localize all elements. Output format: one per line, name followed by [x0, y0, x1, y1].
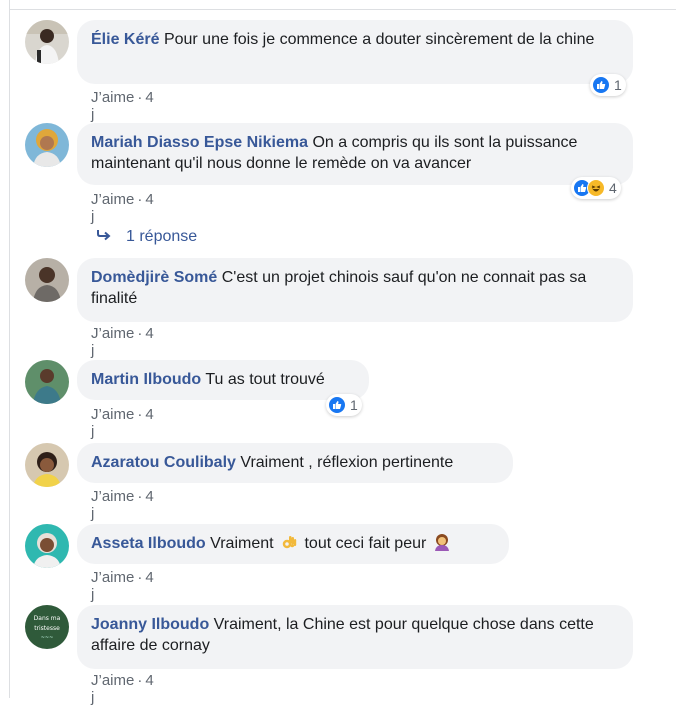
- reaction-summary[interactable]: 1: [326, 394, 362, 416]
- separator: ·: [137, 569, 143, 586]
- ok-hand-emoji-icon: [280, 533, 298, 557]
- view-replies-link[interactable]: 1 réponse: [96, 228, 197, 246]
- like-button[interactable]: J’aime: [91, 488, 134, 505]
- comment-text: Pour une fois je commence a douter sincè…: [163, 31, 595, 48]
- comment-bubble: Azaratou Coulibaly Vraiment , réflexion …: [77, 443, 513, 483]
- comment-author[interactable]: Azaratou Coulibaly: [91, 454, 236, 471]
- like-reaction-icon: [328, 396, 346, 414]
- reply-count-label: 1 réponse: [126, 228, 198, 245]
- separator: ·: [137, 406, 143, 423]
- top-divider: [9, 9, 676, 10]
- reaction-summary[interactable]: 1: [590, 74, 626, 96]
- reaction-count: 1: [614, 77, 622, 93]
- avatar[interactable]: [25, 123, 69, 167]
- avatar[interactable]: [25, 524, 69, 568]
- comment-author[interactable]: Martin Ilboudo: [91, 371, 201, 388]
- comment-actions: J’aime · 4 j: [91, 672, 154, 706]
- comment-bubble: Élie Kéré Pour une fois je commence a do…: [77, 20, 633, 84]
- woman-gesturing-emoji-icon: [433, 533, 451, 557]
- comment-text-continued: tout ceci fait peur: [304, 535, 427, 552]
- comment-actions: J’aime · 4 j: [91, 488, 154, 522]
- comment-text: Tu as tout trouvé: [205, 371, 325, 388]
- comment-actions: J’aime · 4 j: [91, 406, 154, 440]
- haha-reaction-icon: [587, 179, 605, 197]
- comment-bubble: Martin Ilboudo Tu as tout trouvé: [77, 360, 369, 400]
- comment-actions: J’aime · 4 j: [91, 569, 154, 603]
- like-button[interactable]: J’aime: [91, 406, 134, 423]
- avatar[interactable]: Dans ma tristesse ~~~: [25, 605, 69, 649]
- like-button[interactable]: J’aime: [91, 325, 134, 342]
- avatar[interactable]: [25, 443, 69, 487]
- separator: ·: [137, 488, 143, 505]
- svg-text:~~~: ~~~: [41, 635, 54, 641]
- avatar[interactable]: [25, 20, 69, 64]
- comment-author[interactable]: Mariah Diasso Epse Nikiema: [91, 134, 308, 151]
- comment-bubble: Mariah Diasso Epse Nikiema On a compris …: [77, 123, 633, 185]
- separator: ·: [137, 325, 143, 342]
- separator: ·: [137, 191, 143, 208]
- comment-actions: J’aime · 4 j: [91, 325, 154, 359]
- comment-actions: J’aime · 4 j: [91, 191, 154, 225]
- comment-author[interactable]: Domèdjirè Somé: [91, 269, 217, 286]
- comment-bubble: Domèdjirè Somé C'est un projet chinois s…: [77, 258, 633, 322]
- reply-arrow-icon: [96, 228, 112, 246]
- comment-author[interactable]: Joanny Ilboudo: [91, 616, 209, 633]
- avatar[interactable]: [25, 360, 69, 404]
- comment-bubble: Asseta Ilboudo Vraiment tout ceci fait p…: [77, 524, 509, 564]
- left-border: [9, 0, 10, 698]
- svg-text:Dans ma: Dans ma: [34, 615, 61, 622]
- like-button[interactable]: J’aime: [91, 569, 134, 586]
- reaction-summary[interactable]: 4: [571, 177, 621, 199]
- separator: ·: [137, 89, 143, 106]
- comment-text: Vraiment , réflexion pertinente: [240, 454, 454, 471]
- like-reaction-icon: [592, 76, 610, 94]
- comment-bubble: Joanny Ilboudo Vraiment, la Chine est po…: [77, 605, 633, 669]
- comment-actions: J’aime · 4 j: [91, 89, 154, 123]
- svg-text:tristesse: tristesse: [34, 625, 60, 632]
- avatar[interactable]: [25, 258, 69, 302]
- comment-author[interactable]: Asseta Ilboudo: [91, 535, 206, 552]
- reaction-count: 1: [350, 397, 358, 413]
- reaction-count: 4: [609, 180, 617, 196]
- comment-text: Vraiment: [210, 535, 274, 552]
- like-button[interactable]: J’aime: [91, 89, 134, 106]
- like-button[interactable]: J’aime: [91, 672, 134, 689]
- like-button[interactable]: J’aime: [91, 191, 134, 208]
- comment-author[interactable]: Élie Kéré: [91, 31, 159, 48]
- separator: ·: [137, 672, 143, 689]
